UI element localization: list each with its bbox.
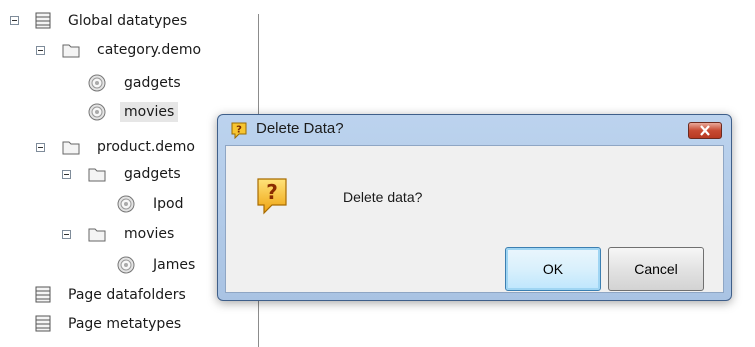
folder-icon — [88, 168, 106, 182]
question-icon: ? — [257, 178, 287, 215]
collapse-icon[interactable] — [10, 16, 19, 25]
folder-icon — [88, 228, 106, 242]
tree-item-category-gadgets[interactable]: gadgets — [0, 72, 258, 94]
database-icon — [35, 286, 51, 303]
tree-item-global-datatypes[interactable]: Global datatypes — [0, 10, 258, 32]
disc-icon — [88, 74, 106, 92]
disc-icon — [117, 256, 135, 274]
disc-icon — [117, 195, 135, 213]
dialog-message: Delete data? — [343, 189, 423, 205]
tree-item-label: Page metatypes — [68, 316, 182, 332]
collapse-icon[interactable] — [36, 143, 45, 152]
svg-text:?: ? — [236, 125, 242, 136]
tree-item-label: Page datafolders — [68, 287, 186, 303]
tree-item-category-demo[interactable]: category.demo — [0, 39, 258, 61]
tree-item-label: gadgets — [124, 75, 181, 91]
dialog-body: ? Delete data? OK Cancel — [225, 145, 724, 293]
tree-item-label: Global datatypes — [68, 13, 188, 29]
tree-item-label: Ipod — [153, 196, 184, 212]
dialog-title: Delete Data? — [256, 120, 344, 137]
database-icon — [35, 12, 51, 29]
delete-data-dialog: ? Delete Data? ? Delete data? OK Cancel — [217, 114, 732, 301]
collapse-icon[interactable] — [36, 46, 45, 55]
ok-button[interactable]: OK — [505, 247, 601, 291]
close-button[interactable] — [688, 122, 722, 139]
tree-item-label: movies — [120, 102, 179, 122]
collapse-icon[interactable] — [62, 230, 71, 239]
folder-icon — [62, 141, 80, 155]
close-icon — [700, 125, 710, 136]
database-icon — [35, 315, 51, 332]
tree-item-label: James — [153, 257, 196, 273]
tree-item-label: product.demo — [97, 139, 195, 155]
tree-item-label: movies — [124, 226, 175, 242]
tree-item-label: gadgets — [124, 166, 181, 182]
cancel-button[interactable]: Cancel — [608, 247, 704, 291]
question-icon: ? — [231, 122, 247, 139]
svg-text:?: ? — [266, 180, 278, 204]
folder-icon — [62, 44, 80, 58]
tree-item-page-metatypes[interactable]: Page metatypes — [0, 313, 258, 335]
tree-item-label: category.demo — [97, 42, 202, 58]
disc-icon — [88, 103, 106, 121]
collapse-icon[interactable] — [62, 170, 71, 179]
